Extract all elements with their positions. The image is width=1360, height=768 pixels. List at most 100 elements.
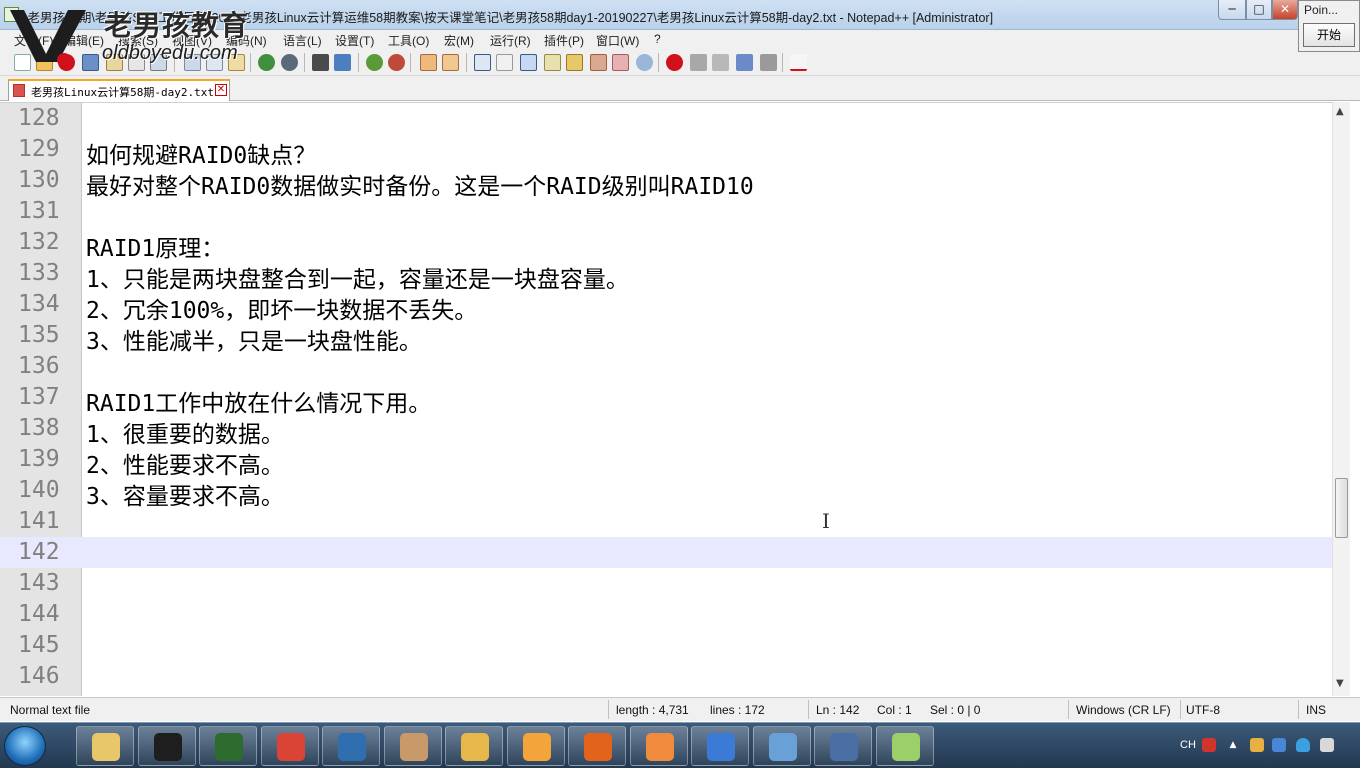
- menu-language[interactable]: 语言(L): [283, 32, 322, 49]
- monitoring-icon[interactable]: [636, 54, 653, 71]
- security-shield-icon[interactable]: [1296, 738, 1310, 752]
- editor-area[interactable]: 128 129 如何规避RAID0缺点？ 130 最好对整个RAID0数据做实时备份。这…: [0, 102, 1350, 696]
- volume-muted-icon[interactable]: [1320, 738, 1334, 752]
- windows-start-icon[interactable]: [4, 726, 46, 766]
- menu-run[interactable]: 运行(R): [490, 32, 531, 49]
- play-macro-icon[interactable]: [712, 54, 729, 71]
- taskbar-button[interactable]: [322, 726, 380, 766]
- editor-line[interactable]: 135 3、性能减半，只是一块盘性能。: [0, 320, 1332, 355]
- menu-view[interactable]: 视图(V): [172, 32, 212, 49]
- start-button[interactable]: 开始: [1303, 23, 1355, 47]
- editor-line[interactable]: 143: [0, 568, 1332, 599]
- close-all-icon[interactable]: [128, 54, 145, 71]
- editor-line[interactable]: 142: [0, 537, 1332, 568]
- show-all-chars-icon[interactable]: [496, 54, 513, 71]
- maximize-button[interactable]: □: [1246, 0, 1272, 20]
- editor-line[interactable]: 138 1、很重要的数据。: [0, 413, 1332, 448]
- spell-check-icon[interactable]: [790, 54, 807, 71]
- save-icon[interactable]: [58, 54, 75, 71]
- copy-icon[interactable]: [206, 54, 223, 71]
- udl-icon[interactable]: [544, 54, 561, 71]
- editor-line[interactable]: 141: [0, 506, 1332, 537]
- menu-window[interactable]: 窗口(W): [596, 32, 639, 49]
- qq-tray-icon[interactable]: [1250, 738, 1264, 752]
- taskbar-button[interactable]: [383, 726, 442, 766]
- taskbar-button[interactable]: [875, 726, 934, 766]
- paste-icon[interactable]: [228, 54, 245, 71]
- menu-help[interactable]: ?: [654, 32, 661, 46]
- editor-line[interactable]: 144: [0, 599, 1332, 630]
- taskbar-button[interactable]: [752, 726, 811, 766]
- tray-app-icon[interactable]: [1272, 738, 1286, 752]
- taskbar-button[interactable]: [76, 726, 134, 766]
- zoom-in-icon[interactable]: [366, 54, 383, 71]
- print-icon[interactable]: [150, 54, 167, 71]
- replace-icon[interactable]: [334, 54, 351, 71]
- taskbar-button[interactable]: [568, 726, 626, 766]
- undo-icon[interactable]: [258, 54, 275, 71]
- scroll-thumb[interactable]: [1335, 478, 1348, 538]
- indent-guide-icon[interactable]: [520, 54, 537, 71]
- tray-language[interactable]: CH: [1180, 739, 1196, 751]
- menu-file[interactable]: 文件(F): [14, 32, 53, 49]
- taskbar-button[interactable]: [814, 726, 872, 766]
- tab-day2-txt[interactable]: 老男孩Linux云计算58期-day2.txt ✕: [8, 79, 230, 101]
- stop-macro-icon[interactable]: [690, 54, 707, 71]
- editor-line[interactable]: 137 RAID1工作中放在什么情况下用。: [0, 382, 1332, 417]
- menu-tools[interactable]: 工具(O): [388, 32, 429, 49]
- editor-line[interactable]: 132 RAID1原理：: [0, 227, 1332, 262]
- editor-line[interactable]: 131: [0, 196, 1332, 227]
- editor-line[interactable]: 146: [0, 661, 1332, 692]
- open-file-icon[interactable]: [36, 54, 53, 71]
- editor-line[interactable]: 145: [0, 630, 1332, 661]
- menu-plugins[interactable]: 插件(P): [544, 32, 584, 49]
- editor-line[interactable]: 130 最好对整个RAID0数据做实时备份。这是一个RAID级别叫RAID10: [0, 165, 1332, 200]
- close-file-icon[interactable]: [106, 54, 123, 71]
- sync-vertical-icon[interactable]: [420, 54, 437, 71]
- find-icon[interactable]: [312, 54, 329, 71]
- status-mode[interactable]: INS: [1306, 703, 1326, 717]
- taskbar-button[interactable]: [691, 726, 749, 766]
- scroll-down-icon[interactable]: ▼: [1336, 678, 1344, 689]
- sogou-ime-icon[interactable]: [1202, 738, 1216, 752]
- record-macro-icon[interactable]: [666, 54, 683, 71]
- notepadpp-app-icon[interactable]: [4, 7, 19, 22]
- status-eol[interactable]: Windows (CR LF): [1076, 703, 1171, 717]
- point-floating-window[interactable]: Poin... 开始: [1298, 0, 1360, 52]
- scroll-up-icon[interactable]: ▲: [1336, 106, 1344, 117]
- taskbar-button[interactable]: [506, 726, 565, 766]
- cut-icon[interactable]: [184, 54, 201, 71]
- menu-search[interactable]: 搜索(S): [118, 32, 158, 49]
- word-wrap-icon[interactable]: [474, 54, 491, 71]
- editor-line[interactable]: 140 3、容量要求不高。: [0, 475, 1332, 510]
- taskbar-button[interactable]: [445, 726, 503, 766]
- menu-macro[interactable]: 宏(M): [444, 32, 474, 49]
- taskbar-button[interactable]: [137, 726, 196, 766]
- editor-line[interactable]: 133 1、只能是两块盘整合到一起，容量还是一块盘容量。: [0, 258, 1332, 293]
- tab-close-icon[interactable]: ✕: [215, 84, 227, 96]
- vertical-scrollbar[interactable]: ▲ ▼: [1332, 102, 1350, 696]
- run-macro-multiple-icon[interactable]: [736, 54, 753, 71]
- zoom-out-icon[interactable]: [388, 54, 405, 71]
- sync-horizontal-icon[interactable]: [442, 54, 459, 71]
- doc-map-icon[interactable]: [566, 54, 583, 71]
- function-list-icon[interactable]: [590, 54, 607, 71]
- taskbar-button[interactable]: [629, 726, 688, 766]
- redo-icon[interactable]: [281, 54, 298, 71]
- tray-expand-icon[interactable]: ▲: [1226, 738, 1240, 752]
- status-encoding[interactable]: UTF-8: [1186, 703, 1220, 717]
- menu-settings[interactable]: 设置(T): [335, 32, 374, 49]
- menu-encoding[interactable]: 编码(N): [226, 32, 267, 49]
- save-macro-icon[interactable]: [760, 54, 777, 71]
- editor-line[interactable]: 129 如何规避RAID0缺点？: [0, 134, 1332, 169]
- close-button[interactable]: ✕: [1272, 0, 1298, 20]
- folder-workspace-icon[interactable]: [612, 54, 629, 71]
- editor-line[interactable]: 134 2、冗余100%，即坏一块数据不丢失。: [0, 289, 1332, 324]
- editor-line[interactable]: 128: [0, 103, 1332, 134]
- editor-line[interactable]: 139 2、性能要求不高。: [0, 444, 1332, 479]
- taskbar-button[interactable]: [199, 726, 257, 766]
- editor-line[interactable]: 136: [0, 351, 1332, 382]
- minimize-button[interactable]: ─: [1218, 0, 1246, 20]
- taskbar-button[interactable]: [260, 726, 319, 766]
- save-all-icon[interactable]: [82, 54, 99, 71]
